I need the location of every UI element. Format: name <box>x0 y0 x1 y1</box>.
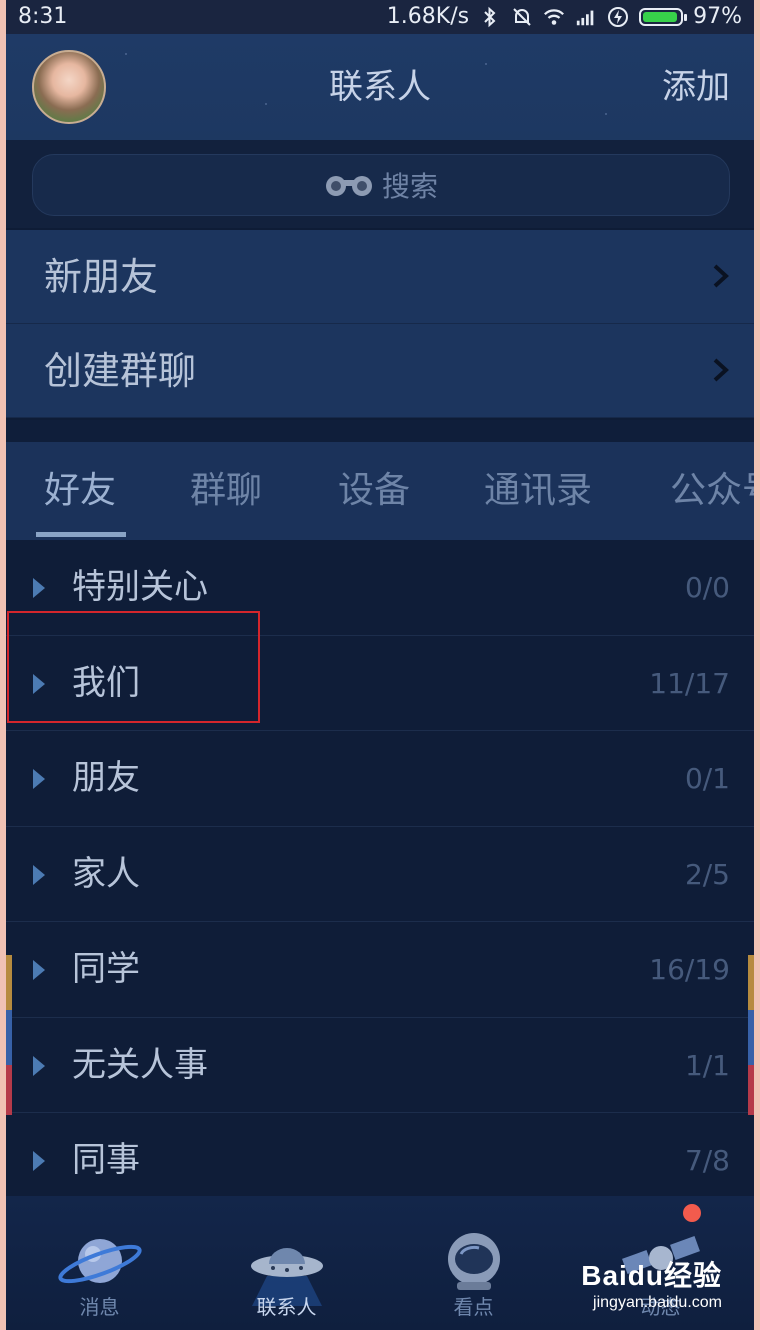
add-button[interactable]: 添加 <box>662 34 730 140</box>
battery-icon <box>639 8 688 26</box>
group-row[interactable]: 同学 16/19 <box>6 922 754 1018</box>
tab-devices[interactable]: 设备 <box>338 442 410 540</box>
edge-decoration <box>6 955 12 1115</box>
signal-icon <box>576 10 594 26</box>
expand-arrow-icon <box>33 960 45 980</box>
expand-arrow-icon <box>33 864 45 885</box>
group-row[interactable]: 家人 2/5 <box>6 826 754 922</box>
bluetooth-icon <box>484 6 496 28</box>
page-title: 联系人 <box>329 67 431 107</box>
group-name: 家人 <box>72 853 140 894</box>
tab-friends[interactable]: 好友 <box>44 442 116 540</box>
top-bar: 联系人 添加 <box>6 34 754 140</box>
group-count: 1/1 <box>684 1048 730 1082</box>
nav-label: 消息 <box>79 1295 120 1319</box>
group-count: 0/1 <box>684 762 730 795</box>
nav-contacts[interactable]: 联系人 <box>193 1196 380 1330</box>
expand-arrow-icon <box>33 578 45 598</box>
edge-decoration <box>748 955 754 1115</box>
group-row[interactable]: 同事 7/8 <box>6 1113 754 1209</box>
group-count: 2/5 <box>684 857 730 891</box>
group-count: 11/17 <box>649 666 730 700</box>
chevron-right-icon <box>713 264 729 288</box>
active-tab-indicator <box>36 532 126 537</box>
baidu-watermark: Baidu经验 jingyan.baidu.com <box>581 1254 722 1312</box>
mute-alarm-icon <box>513 8 531 26</box>
search-placeholder: 搜索 <box>381 170 438 203</box>
new-friends-label: 新朋友 <box>44 255 159 299</box>
create-group-chat-label: 创建群聊 <box>44 349 197 393</box>
group-count: 0/0 <box>684 571 730 604</box>
battery-percent: 97% <box>693 4 742 29</box>
tab-address-book[interactable]: 通讯录 <box>484 442 592 540</box>
search-bar: 搜索 <box>6 140 754 228</box>
new-friends-row[interactable]: 新朋友 <box>6 230 754 324</box>
expand-arrow-icon <box>33 769 45 789</box>
charging-icon <box>608 7 629 27</box>
tab-official-accounts[interactable]: 公众号 <box>670 442 754 540</box>
chevron-right-icon <box>713 358 729 382</box>
group-count: 7/8 <box>684 1144 730 1177</box>
contact-menu: 新朋友 创建群聊 <box>6 230 754 418</box>
create-group-chat-row[interactable]: 创建群聊 <box>6 324 754 418</box>
expand-arrow-icon <box>33 1151 45 1171</box>
wifi-icon <box>544 9 565 25</box>
search-input[interactable]: 搜索 <box>32 154 730 216</box>
group-count: 16/19 <box>649 953 730 986</box>
nav-label: 看点 <box>453 1295 494 1319</box>
expand-arrow-icon <box>33 1055 45 1076</box>
group-name: 无关人事 <box>72 1044 208 1085</box>
planet-icon <box>57 1239 142 1284</box>
nav-label: 联系人 <box>256 1295 317 1319</box>
status-time: 8:31 <box>18 4 68 29</box>
notification-dot <box>683 1204 701 1222</box>
group-name: 朋友 <box>72 758 140 798</box>
group-name: 我们 <box>72 662 140 703</box>
tab-groups[interactable]: 群聊 <box>190 442 262 540</box>
contact-tabs: 好友 群聊 设备 通讯录 公众号 <box>6 442 754 540</box>
friend-groups-list: 特别关心 0/0 我们 11/17 朋友 0/1 家人 2/5 同学 16/19… <box>6 540 754 1209</box>
status-bar: 8:31 1.68K/s 97% <box>6 0 754 34</box>
section-divider <box>6 420 754 442</box>
group-row[interactable]: 无关人事 1/1 <box>6 1017 754 1113</box>
expand-arrow-icon <box>33 673 45 694</box>
watermark-brand: Baidu经验 <box>581 1260 722 1291</box>
watermark-url: jingyan.baidu.com <box>593 1294 722 1311</box>
binoculars-icon <box>325 176 372 196</box>
group-row[interactable]: 朋友 0/1 <box>6 731 754 827</box>
group-name: 同学 <box>72 949 140 989</box>
app-screen: 8:31 1.68K/s 97% 联系人 添加 搜索 新朋友 创建群聊 好友 群… <box>6 0 754 1330</box>
group-row[interactable]: 特别关心 0/0 <box>6 540 754 636</box>
group-name: 特别关心 <box>72 567 208 607</box>
group-name: 同事 <box>72 1140 140 1180</box>
astronaut-helmet-icon <box>447 1233 500 1290</box>
nav-messages[interactable]: 消息 <box>6 1196 193 1330</box>
nav-discover[interactable]: 看点 <box>380 1196 567 1330</box>
network-speed: 1.68K/s <box>386 4 470 29</box>
group-row[interactable]: 我们 11/17 <box>6 635 754 731</box>
status-icons: 1.68K/s 97% <box>387 0 742 34</box>
bottom-nav: 消息 联系人 看点 动态 Baidu经验 jingyan.baidu.com <box>6 1196 754 1330</box>
